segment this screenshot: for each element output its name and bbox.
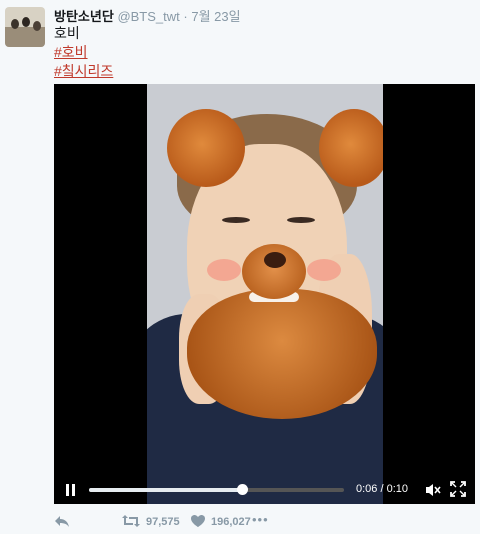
retweet-count: 97,575 [146, 516, 180, 528]
left-eye [222, 217, 250, 223]
blush-left [207, 259, 241, 281]
bear-ear-right [319, 109, 383, 187]
progress-track[interactable] [89, 484, 344, 495]
video-frame [147, 84, 383, 504]
video-controls: 0:06 / 0:10 [54, 476, 475, 504]
more-icon[interactable]: ••• [252, 512, 269, 527]
bear-nose [264, 252, 286, 268]
tweet-text: 호비 [54, 25, 80, 41]
progress-fill [89, 488, 242, 492]
reply-icon[interactable] [54, 514, 70, 533]
like-count: 196,027 [211, 516, 251, 528]
play-pause-icon[interactable] [63, 478, 79, 502]
bear-beard [187, 289, 377, 419]
bear-ear-left [167, 109, 245, 187]
display-name[interactable]: 방탄소년단 [54, 9, 114, 24]
video-time: 0:06 / 0:10 [356, 483, 408, 495]
user-handle[interactable]: @BTS_twt [117, 9, 179, 24]
video-player[interactable]: 0:06 / 0:10 [54, 84, 475, 504]
fullscreen-icon[interactable] [450, 481, 466, 497]
right-eye [287, 217, 315, 223]
hashtag-link[interactable]: #호비 [54, 42, 88, 62]
tweet-date[interactable]: 7월 23일 [191, 9, 240, 24]
tweet-header: 방탄소년단 @BTS_twt · 7월 23일 [54, 6, 241, 25]
avatar-person [11, 19, 19, 29]
separator: · [183, 9, 188, 24]
mute-icon[interactable] [424, 481, 442, 499]
blush-right [307, 259, 341, 281]
avatar[interactable] [5, 7, 45, 47]
tweet: 방탄소년단 @BTS_twt · 7월 23일 호비 #호비 #칰시리즈 0:0… [0, 0, 480, 534]
hashtag-link[interactable]: #칰시리즈 [54, 61, 113, 81]
avatar-person [22, 17, 30, 27]
heart-icon[interactable] [190, 514, 206, 533]
avatar-person [33, 21, 41, 31]
retweet-icon[interactable] [121, 514, 141, 533]
progress-handle[interactable] [237, 484, 248, 495]
